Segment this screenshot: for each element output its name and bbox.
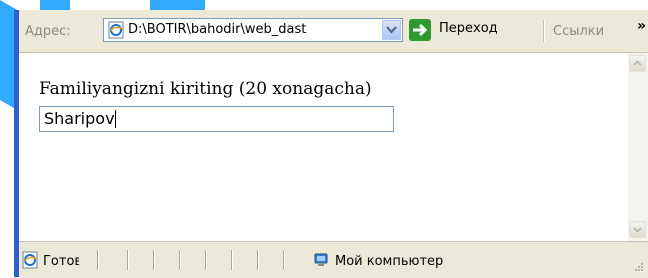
scroll-down-button[interactable] [629, 221, 646, 238]
page-content: Familiyangizni kiriting (20 xonagacha) S… [19, 53, 628, 241]
surname-input[interactable]: Sharipov [39, 106, 394, 132]
status-pane-separator [205, 250, 207, 270]
status-pane-separator [97, 250, 99, 270]
toolbar-separator [543, 20, 545, 42]
security-zone-label: Мой компьютер [335, 254, 444, 269]
address-dropdown-button[interactable] [382, 20, 401, 40]
address-label: Адрес: [25, 24, 71, 39]
status-pane-separator [153, 250, 155, 270]
links-button[interactable]: Ссылки [553, 24, 604, 39]
chevron-right-icon[interactable]: » [637, 18, 646, 34]
watermark-stroke [150, 0, 205, 10]
vertical-scrollbar[interactable] [628, 53, 648, 241]
scroll-up-button[interactable] [629, 55, 646, 72]
dropdown-arrow-icon [386, 26, 397, 34]
go-arrow-icon [409, 19, 431, 41]
status-pane-separator [231, 250, 233, 270]
ie-status-icon [22, 251, 38, 269]
address-url: D:\BOTIR\bahodir\web_dast [128, 22, 307, 37]
scroll-up-icon [633, 60, 642, 66]
status-pane-separator [257, 250, 259, 270]
scroll-down-icon [633, 227, 642, 233]
go-button[interactable]: Переход [409, 18, 559, 42]
go-label: Переход [439, 21, 498, 36]
ie-page-icon [108, 21, 124, 39]
status-pane-separator [127, 250, 129, 270]
status-pane-separator [283, 250, 285, 270]
surname-prompt: Familiyangizni kiriting (20 xonagacha) [39, 79, 372, 99]
status-pane-separator [179, 250, 181, 270]
status-text: Готов [43, 254, 79, 269]
status-bar: Готов Мой компьютер [19, 241, 648, 278]
my-computer-icon [314, 253, 328, 266]
watermark-stroke [40, 0, 70, 10]
text-caret [114, 109, 116, 128]
address-bar: Адрес: D:\BOTIR\bahodir\web_dast Переход… [19, 12, 648, 53]
address-input[interactable]: D:\BOTIR\bahodir\web_dast [103, 18, 403, 42]
resize-grip-icon[interactable] [632, 262, 644, 274]
surname-input-value: Sharipov [44, 109, 115, 128]
